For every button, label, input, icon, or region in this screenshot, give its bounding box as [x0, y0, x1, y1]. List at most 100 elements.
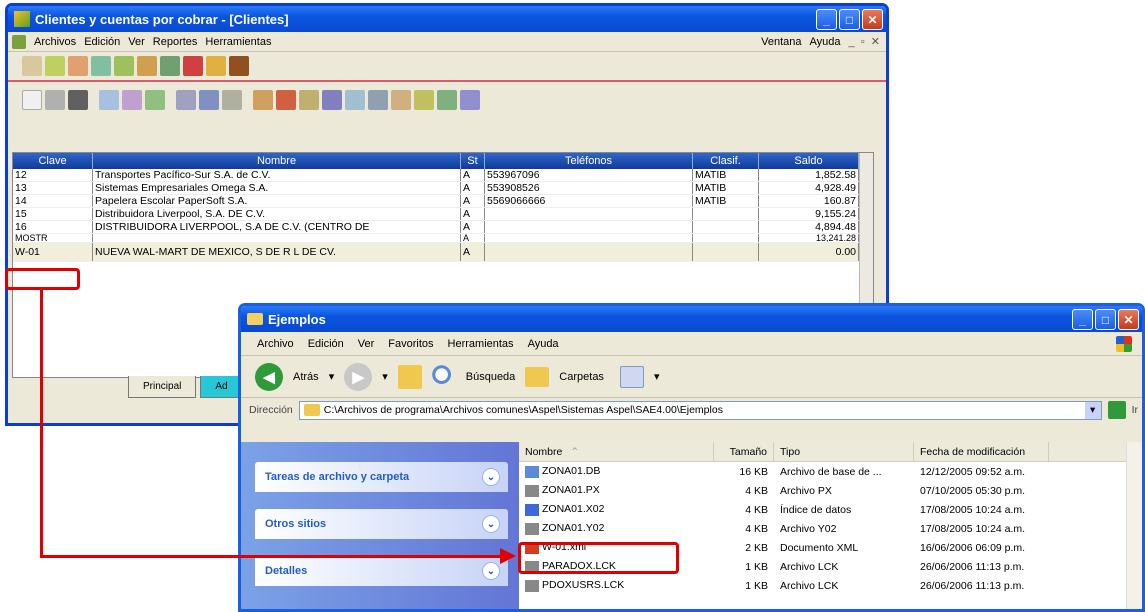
minimize-button[interactable]: _: [1072, 309, 1093, 330]
clients-icon[interactable]: [22, 56, 42, 76]
edit-icon[interactable]: [45, 90, 65, 110]
col-tipo[interactable]: Tipo: [774, 442, 914, 461]
col-saldo[interactable]: Saldo: [759, 153, 859, 169]
forward-dropdown-icon[interactable]: ▾: [382, 370, 388, 383]
mdi-buttons[interactable]: _ ▫ ✕: [849, 35, 886, 48]
search-icon[interactable]: [431, 364, 456, 389]
menu-reportes[interactable]: Reportes: [153, 36, 198, 48]
chevron-down-icon[interactable]: ⌄: [482, 468, 500, 486]
minimize-button[interactable]: _: [816, 9, 837, 30]
menu-archivos[interactable]: Archivos: [34, 36, 76, 48]
docs-icon[interactable]: [299, 90, 319, 110]
folders-icon[interactable]: [525, 366, 550, 387]
chevron-down-icon[interactable]: ⌄: [482, 562, 500, 580]
tab-adicional[interactable]: Ad: [200, 376, 243, 398]
file-row[interactable]: PDOXUSRS.LCK 1 KB Archivo LCK 26/06/2006 11…: [519, 576, 1142, 595]
menu-edicion[interactable]: Edición: [308, 338, 344, 350]
address-dropdown-icon[interactable]: ▾: [1084, 401, 1101, 419]
file-date: 07/10/2005 05:30 p.m.: [920, 484, 1026, 497]
views-icon[interactable]: [619, 365, 644, 388]
back-icon[interactable]: ◀: [255, 362, 283, 391]
file-row[interactable]: ZONA01.DB 16 KB Archivo de base de ... 12/1…: [519, 462, 1142, 481]
clientes-titlebar[interactable]: Clientes y cuentas por cobrar - [Cliente…: [8, 6, 886, 32]
table-row[interactable]: 13 Sistemas Empresariales Omega S.A. A 5539…: [13, 182, 873, 195]
maximize-button[interactable]: □: [1095, 309, 1116, 330]
go-label[interactable]: Ir: [1132, 404, 1138, 416]
col-clave[interactable]: Clave: [13, 153, 93, 169]
panel-file-tasks[interactable]: Tareas de archivo y carpeta ⌄: [255, 462, 508, 492]
menu-edicion[interactable]: Edición: [84, 36, 120, 48]
table-row[interactable]: 15 Distribuidora Liverpool, S.A. DE C.V. A…: [13, 208, 873, 221]
agent-icon[interactable]: [253, 90, 273, 110]
go-arrow-icon[interactable]: [1107, 401, 1126, 419]
menu-herramientas[interactable]: Herramientas: [448, 338, 514, 350]
person-alert-icon[interactable]: [206, 56, 226, 76]
close-button[interactable]: ✕: [862, 9, 883, 30]
file-row[interactable]: ZONA01.X02 4 KB Índice de datos 17/08/2005 …: [519, 500, 1142, 519]
menu-archivo[interactable]: Archivo: [257, 338, 294, 350]
report-icon[interactable]: [45, 56, 65, 76]
views-dropdown-icon[interactable]: ▾: [654, 370, 660, 383]
maximize-button[interactable]: □: [839, 9, 860, 30]
users-icon[interactable]: [137, 56, 157, 76]
back-dropdown-icon[interactable]: ▾: [329, 370, 335, 383]
filter-icon[interactable]: [122, 90, 142, 110]
print-icon[interactable]: [176, 90, 196, 110]
menu-favoritos[interactable]: Favoritos: [388, 338, 433, 350]
preview-icon[interactable]: [199, 90, 219, 110]
stats-icon[interactable]: [414, 90, 434, 110]
agents-icon[interactable]: [68, 56, 88, 76]
menu-ver[interactable]: Ver: [128, 36, 145, 48]
menu-ayuda[interactable]: Ayuda: [810, 36, 841, 48]
file-list-scrollbar[interactable]: [1126, 442, 1142, 609]
cancel-icon[interactable]: [276, 90, 296, 110]
col-tamano[interactable]: Tamaño: [714, 442, 774, 461]
delete-icon[interactable]: [68, 90, 88, 110]
transfer-icon[interactable]: [91, 56, 111, 76]
back-label[interactable]: Atrás: [293, 371, 319, 383]
forward-icon[interactable]: ▶: [344, 362, 373, 391]
menu-ventana[interactable]: Ventana: [761, 36, 801, 48]
menu-herramientas[interactable]: Herramientas: [205, 36, 271, 48]
menu-ayuda[interactable]: Ayuda: [528, 338, 559, 350]
chart-icon[interactable]: [114, 56, 134, 76]
table-row-selected[interactable]: W-01 NUEVA WAL-MART DE MEXICO, S DE R L D…: [13, 243, 873, 262]
col-nombre[interactable]: Nombre: [93, 153, 461, 169]
table-row[interactable]: MOSTR A 13,241.28: [13, 234, 873, 243]
sum-icon[interactable]: [322, 90, 342, 110]
tab-principal[interactable]: Principal: [128, 376, 197, 398]
exit-icon[interactable]: [229, 56, 249, 76]
col-telefonos[interactable]: Teléfonos: [485, 153, 693, 169]
search-label[interactable]: Búsqueda: [466, 371, 516, 383]
sort-icon[interactable]: [145, 90, 165, 110]
close-button[interactable]: ✕: [1118, 309, 1139, 330]
mail-icon[interactable]: [460, 90, 480, 110]
file-list: Nombre ⌃ Tamaño Tipo Fecha de modificació…: [519, 442, 1142, 609]
link-icon[interactable]: [368, 90, 388, 110]
table-row[interactable]: 12 Transportes Pacífico-Sur S.A. de C.V. A…: [13, 169, 873, 182]
col-fecha[interactable]: Fecha de modificación: [914, 442, 1049, 461]
alert-icon[interactable]: [183, 56, 203, 76]
panel-details[interactable]: Detalles ⌄: [255, 556, 508, 586]
up-folder-icon[interactable]: [397, 364, 422, 389]
address-input[interactable]: C:\Archivos de programa\Archivos comunes…: [298, 400, 1102, 420]
table-row[interactable]: 16 DISTRIBUIDORA LIVERPOOL, S.A DE C.V. (…: [13, 221, 873, 234]
panel-other-places[interactable]: Otros sitios ⌄: [255, 509, 508, 539]
arrows-icon[interactable]: [345, 90, 365, 110]
calendar-icon[interactable]: [437, 90, 457, 110]
col-nombre[interactable]: Nombre ⌃: [519, 442, 714, 461]
file-row[interactable]: ZONA01.PX 4 KB Archivo PX 07/10/2005 05:30 …: [519, 481, 1142, 500]
chevron-down-icon[interactable]: ⌄: [482, 515, 500, 533]
col-clasif[interactable]: Clasif.: [693, 153, 759, 169]
config-icon[interactable]: [222, 90, 242, 110]
payment-icon[interactable]: [160, 56, 180, 76]
group-icon[interactable]: [391, 90, 411, 110]
col-st[interactable]: St: [461, 153, 485, 169]
search-icon[interactable]: [99, 90, 119, 110]
table-row[interactable]: 14 Papelera Escolar PaperSoft S.A. A 556906…: [13, 195, 873, 208]
explorer-titlebar[interactable]: Ejemplos _ □ ✕: [241, 306, 1142, 332]
folders-label[interactable]: Carpetas: [559, 371, 604, 383]
new-icon[interactable]: [22, 90, 42, 110]
file-row[interactable]: ZONA01.Y02 4 KB Archivo Y02 17/08/2005 10:2…: [519, 519, 1142, 538]
menu-ver[interactable]: Ver: [358, 338, 375, 350]
